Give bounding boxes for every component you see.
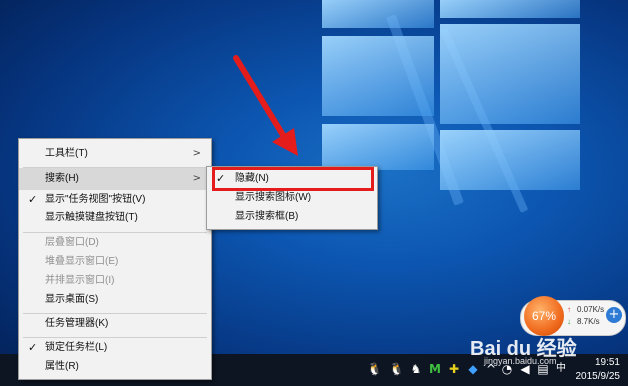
chevron-right-icon: > <box>192 148 201 159</box>
menu-item-properties[interactable]: 属性(R) <box>19 356 211 378</box>
download-speed: 8.7K/s <box>577 317 600 326</box>
menu-item-search[interactable]: 搜索(H) > <box>19 168 211 190</box>
menu-item-toolbar[interactable]: 工具栏(T) > <box>19 143 211 165</box>
plus-icon[interactable]: + <box>606 307 622 323</box>
menu-item-label: 搜索(H) <box>45 173 79 184</box>
windows-logo-pane <box>440 130 580 190</box>
menu-item-label: 显示触摸键盘按钮(T) <box>45 212 138 223</box>
taskbar-clock[interactable]: 19:51 2015/9/25 <box>576 356 621 384</box>
app-icon[interactable]: ◆ <box>466 362 480 376</box>
qq-icon[interactable]: 🐧 <box>389 362 404 376</box>
watermark-url: jingyan.baidu.com <box>484 356 557 366</box>
memory-ball[interactable]: 67% <box>524 296 564 336</box>
submenu-item-show-search-box[interactable]: 显示搜索框(B) <box>207 207 377 226</box>
menu-item-show-touch-keyboard[interactable]: 显示触摸键盘按钮(T) <box>19 207 211 229</box>
menu-item-label: 工具栏(T) <box>45 148 88 159</box>
highlight-box-annotation <box>212 167 374 191</box>
menu-item-label: 显示搜索框(B) <box>235 211 299 222</box>
menu-item-label: 任务管理器(K) <box>45 318 109 329</box>
upload-arrow-icon: ↑ <box>567 305 571 314</box>
windows-logo-pane <box>322 0 434 28</box>
windows-logo-pane <box>322 124 434 170</box>
download-arrow-icon: ↓ <box>567 317 571 326</box>
security-icon[interactable]: ✚ <box>447 362 461 376</box>
qq-icon[interactable]: 🐧 <box>367 362 382 376</box>
maxthon-icon[interactable]: M <box>428 362 442 376</box>
menu-item-label: 显示桌面(S) <box>45 294 99 305</box>
menu-item-task-manager[interactable]: 任务管理器(K) <box>19 313 211 335</box>
clock-date: 2015/9/25 <box>575 371 621 382</box>
windows-logo-pane <box>322 36 434 116</box>
chevron-right-icon: > <box>192 173 201 184</box>
menu-item-show-desktop[interactable]: 显示桌面(S) <box>19 289 211 311</box>
red-arrow-annotation <box>233 55 298 156</box>
taskbar-context-menu: 工具栏(T) > 搜索(H) > ✓ 显示"任务视图"按钮(V) 显示触摸键盘按… <box>18 138 212 380</box>
menu-item-label: 属性(R) <box>45 361 79 372</box>
app-icon[interactable]: ♞ <box>409 362 423 376</box>
upload-speed: 0.07K/s <box>577 305 605 314</box>
windows-logo-pane <box>440 0 580 18</box>
clock-time: 19:51 <box>594 357 620 368</box>
windows-logo-pane <box>440 24 580 124</box>
